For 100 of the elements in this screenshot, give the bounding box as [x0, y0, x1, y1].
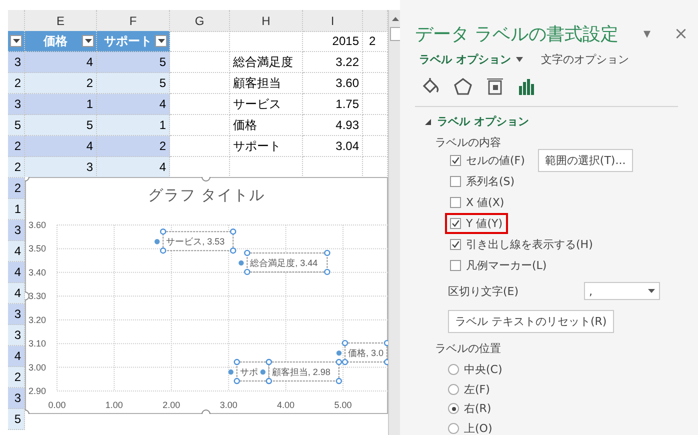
filter-button[interactable]	[10, 35, 22, 47]
section-title[interactable]: ラベル オプション	[437, 114, 529, 129]
table-cell: 価格	[230, 115, 303, 136]
column-header[interactable]: H	[230, 10, 303, 32]
bar-chart-icon[interactable]	[517, 77, 537, 97]
resize-handle[interactable]	[202, 177, 210, 182]
table-cell: 5	[97, 73, 170, 94]
data-label[interactable]: 価格, 3.0	[342, 340, 388, 366]
table-header: サポート	[97, 31, 170, 52]
caret-icon	[12, 39, 20, 43]
table-cell: 3	[8, 220, 25, 241]
close-button[interactable]: ×	[664, 24, 698, 44]
checkbox[interactable]	[450, 239, 461, 250]
tab[interactable]: ラベル オプション	[419, 52, 523, 67]
axis-label: 3.40	[28, 267, 46, 278]
radio-label[interactable]: 上(O)	[464, 420, 492, 435]
data-point[interactable]	[238, 260, 244, 266]
table-cell: 2	[8, 73, 25, 94]
scrollbar[interactable]	[388, 10, 400, 435]
filter-button[interactable]	[82, 35, 94, 47]
separator-dropdown[interactable]: ,	[584, 282, 660, 300]
group-label: ラベルの位置	[435, 341, 502, 356]
resize-handle[interactable]	[25, 177, 30, 182]
table-cell: 5	[8, 409, 25, 430]
table-cell: サービス	[230, 94, 303, 115]
reset-button[interactable]: ラベル テキストのリセット(R)	[448, 310, 614, 333]
column-header[interactable]: F	[97, 10, 170, 32]
data-point[interactable]	[260, 369, 266, 375]
range-button[interactable]: 範囲の選択(T)...	[538, 149, 633, 172]
data-label[interactable]: サービス, 3.53	[160, 228, 236, 254]
data-point[interactable]	[228, 369, 234, 375]
table-cell: 2	[25, 73, 97, 94]
axis-label: 3.30	[28, 291, 46, 302]
column-header	[363, 10, 388, 32]
checkbox[interactable]	[450, 260, 461, 271]
data-label[interactable]: 総合満足度, 3.44	[244, 250, 330, 276]
radio-button[interactable]	[448, 422, 459, 434]
radio-button[interactable]	[448, 364, 459, 376]
table-header: 価格	[25, 31, 97, 52]
table-cell: 4	[8, 241, 25, 262]
panel-title: データ ラベルの書式設定	[415, 23, 620, 46]
column-header[interactable]: I	[303, 10, 363, 32]
panel-menu-button[interactable]: ▾	[630, 26, 664, 42]
caret-icon	[648, 289, 655, 293]
radio-label[interactable]: 右(R)	[464, 401, 492, 416]
table-cell: 1.75	[303, 94, 363, 115]
checkbox-label[interactable]: セルの値(F)	[466, 153, 525, 168]
collapse-icon[interactable]	[425, 118, 431, 124]
layout-icon[interactable]	[485, 77, 505, 97]
pentagon-icon[interactable]	[453, 77, 473, 97]
checkbox-label[interactable]: 引き出し線を表示する(H)	[466, 237, 593, 252]
table-cell: 2	[8, 367, 25, 388]
table-cell: 3	[8, 304, 25, 325]
checkbox-label[interactable]: X 値(X)	[466, 195, 504, 210]
table-cell: 3.22	[303, 52, 363, 73]
scroll-thumb[interactable]	[390, 27, 400, 41]
checkbox-label[interactable]: 凡例マーカー(L)	[466, 258, 547, 273]
table-cell: 4	[97, 94, 170, 115]
field-label: 区切り文字(E)	[448, 284, 519, 298]
column-header[interactable]: E	[25, 10, 97, 32]
table-cell: サポート	[230, 136, 303, 157]
table-cell: 3.60	[303, 73, 363, 94]
table-cell: 5	[25, 115, 97, 136]
table-cell: 1	[25, 94, 97, 115]
table-cell: 2	[97, 136, 170, 157]
resize-handle[interactable]	[25, 292, 30, 300]
checkbox[interactable]	[450, 176, 461, 187]
checkbox[interactable]	[450, 197, 461, 208]
table-cell: 3	[8, 52, 25, 73]
data-point[interactable]	[336, 350, 342, 356]
radio-label[interactable]: 中央(C)	[464, 362, 502, 378]
table-cell: 4	[97, 157, 170, 178]
axis-label: 2.00	[162, 400, 180, 410]
resize-handle[interactable]	[25, 410, 30, 414]
column-header[interactable]: G	[170, 10, 230, 32]
checkbox[interactable]	[450, 155, 461, 166]
data-point[interactable]	[154, 239, 160, 244]
chart-area[interactable]	[25, 177, 388, 414]
radio-button[interactable]	[448, 403, 459, 414]
checkbox[interactable]	[450, 218, 461, 229]
axis-label: 5.00	[334, 400, 352, 410]
resize-handle[interactable]	[202, 410, 210, 414]
table-cell: 3	[8, 388, 25, 409]
checkbox-label[interactable]: Y 値(Y)	[466, 216, 503, 231]
table-cell: 4	[8, 346, 25, 367]
axis-label: 4.00	[277, 400, 295, 410]
table-cell: 3	[8, 325, 25, 346]
filter-button[interactable]	[155, 35, 167, 47]
table-cell: 4	[25, 136, 97, 157]
checkbox-label[interactable]: 系列名(S)	[466, 174, 515, 189]
axis-label: 0.00	[48, 400, 66, 410]
radio-label[interactable]: 左(F)	[464, 382, 490, 397]
table-cell: 4	[8, 262, 25, 283]
radio-button[interactable]	[448, 384, 459, 395]
table-cell: 3	[25, 157, 97, 178]
table-cell: 3.04	[303, 136, 363, 157]
table-cell: 顧客担当	[230, 73, 303, 94]
tab[interactable]: 文字のオプション	[540, 52, 629, 67]
data-label[interactable]: 顧客担当, 2.98	[266, 358, 342, 384]
caret-icon	[516, 57, 523, 62]
